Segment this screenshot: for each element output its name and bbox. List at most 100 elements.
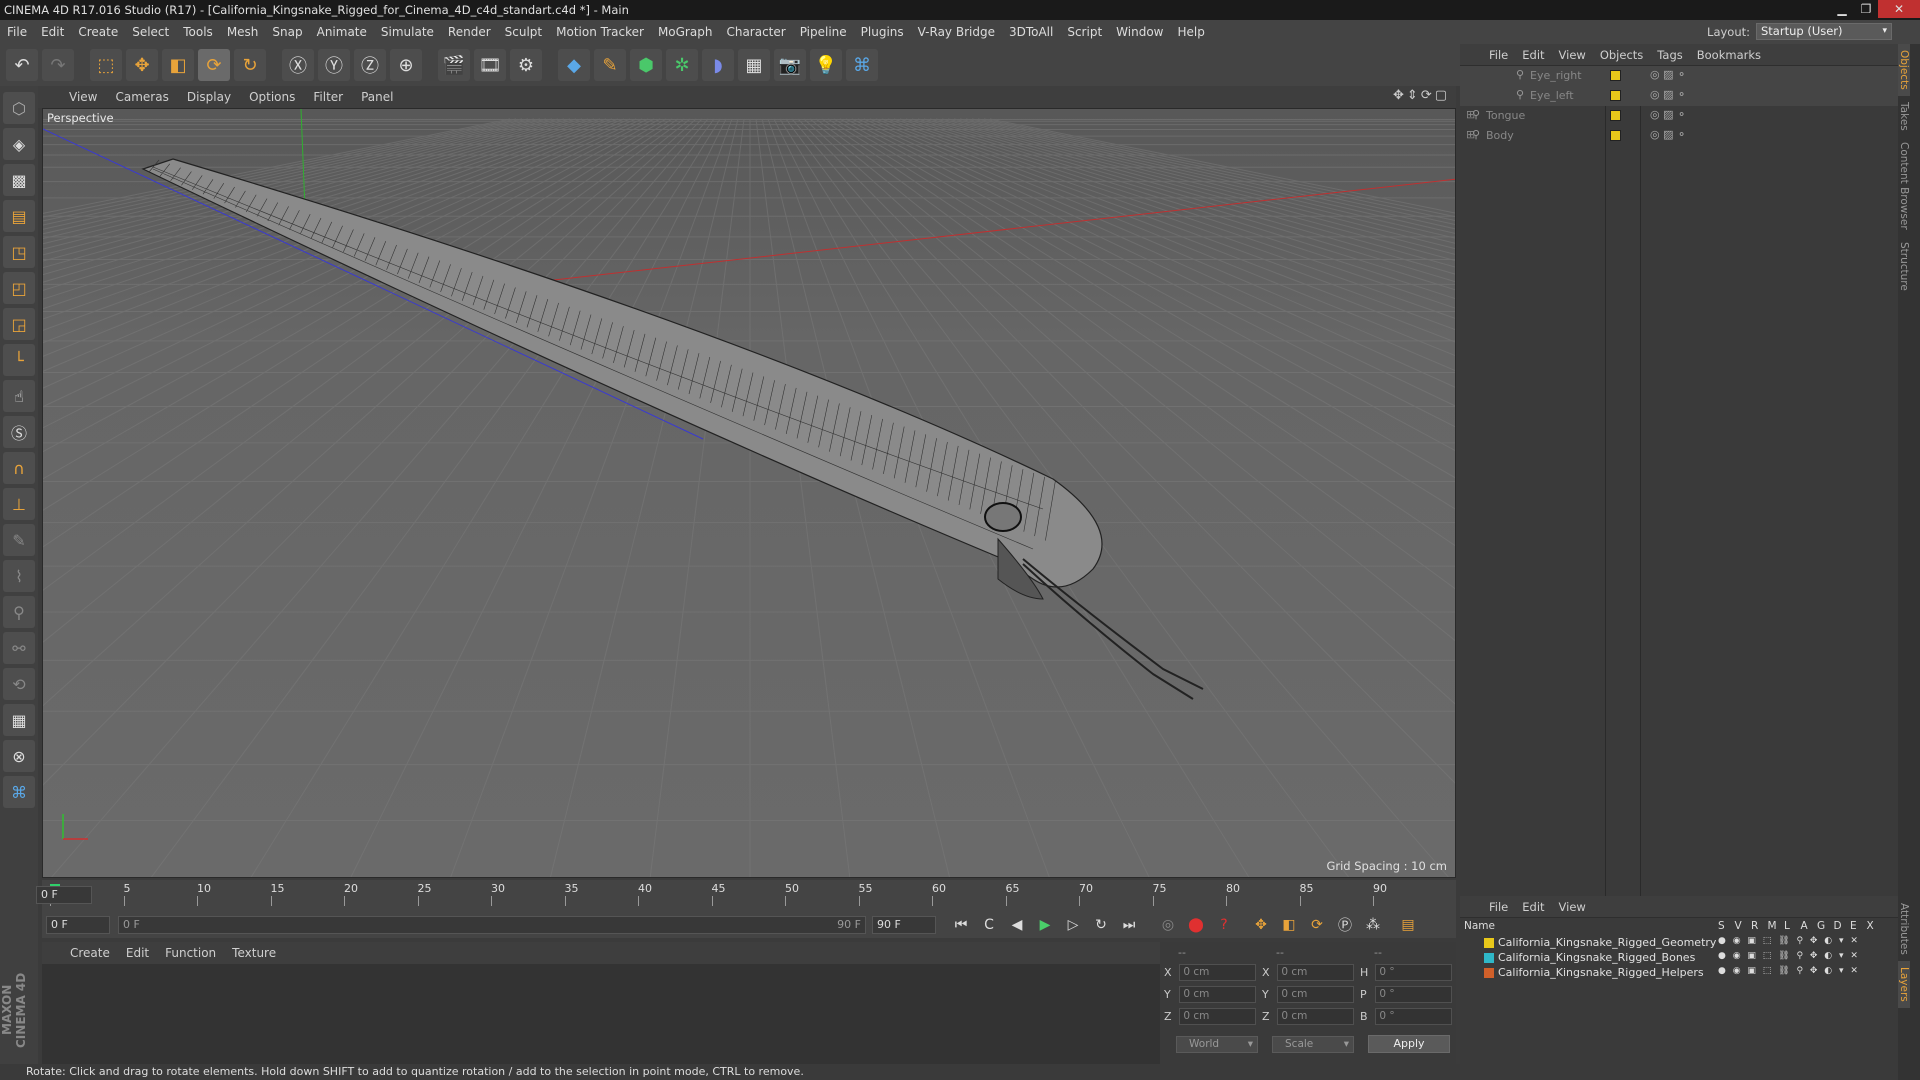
layout-dropdown[interactable]: Startup (User) [1756,23,1892,40]
coord-field[interactable]: 0 ° [1375,986,1452,1003]
expand-icon[interactable]: ⊞ [1466,128,1475,141]
side-tab-attributes[interactable]: Attributes [1898,897,1910,961]
viewport-menu-panel[interactable]: Panel [352,90,402,104]
cube-icon[interactable]: ◆ [558,49,590,81]
menu-sculpt[interactable]: Sculpt [498,25,549,39]
python-icon[interactable]: ⌘ [846,49,878,81]
side-tab-takes[interactable]: Takes [1898,96,1910,137]
viewport-menu-cameras[interactable]: Cameras [106,90,177,104]
object-manager-tree[interactable]: ⚲ Eye_right ◎ ▨ ⚬ ⚲ Eye_left ◎ ▨ ⚬ ⚲ ⊞ Tongue ◎ ▨… [1460,66,1898,906]
object-row[interactable]: ⚲ ⊞ Tongue ◎ ▨ ⚬ [1460,106,1898,126]
array-icon[interactable]: ✲ [666,49,698,81]
menu-character[interactable]: Character [719,25,792,39]
magnet-icon[interactable]: ∩ [3,452,35,484]
start-frame-field[interactable]: 0 F [46,916,110,934]
texture-mode-icon[interactable]: ▩ [3,164,35,196]
menu-render[interactable]: Render [441,25,498,39]
layers-menu-edit[interactable]: Edit [1515,900,1551,914]
key-scale-icon[interactable]: ◧ [1278,914,1300,936]
lock-workplane-icon[interactable]: ⊗ [3,740,35,772]
pose-icon[interactable]: ⚯ [3,632,35,664]
current-frame-field[interactable]: 0 F [36,886,92,904]
axis-mode-icon[interactable]: └ [3,344,35,376]
coord-field[interactable]: 0 cm [1277,986,1354,1003]
menu-select[interactable]: Select [125,25,176,39]
material-menu-texture[interactable]: Texture [224,946,284,960]
menu-simulate[interactable]: Simulate [374,25,441,39]
coord-field[interactable]: 0 ° [1375,964,1452,981]
move-icon[interactable]: ✥ [126,49,158,81]
go-to-end-icon[interactable]: ⏭ [1118,914,1140,936]
material-menu-function[interactable]: Function [157,946,224,960]
render-settings-icon[interactable]: ⚙ [510,49,542,81]
viewport-menu-display[interactable]: Display [178,90,240,104]
minimize-icon[interactable]: ▁ [1830,0,1854,18]
model-mode-icon[interactable]: ◈ [3,128,35,160]
go-to-start-icon[interactable]: ⏮ [950,914,972,936]
range-slider[interactable]: 0 F 90 F [118,916,866,934]
object-tags[interactable]: ◎ ▨ ⚬ [1650,68,1686,81]
coord-field[interactable]: 0 cm [1277,1008,1354,1025]
menu-animate[interactable]: Animate [310,25,374,39]
layer-row[interactable]: California_Kingsnake_Rigged_Bones ● ◉ ▣ ⬚… [1460,951,1898,966]
python-script-icon[interactable]: ⌘ [3,776,35,808]
key-pla-icon[interactable]: ⁂ [1362,914,1384,936]
menu-file[interactable]: File [0,25,34,39]
side-tab-content-browser[interactable]: Content Browser [1898,136,1910,236]
autokey-icon[interactable]: ? [1213,914,1235,936]
previous-frame-icon[interactable]: ◀ [1006,914,1028,936]
menu-window[interactable]: Window [1109,25,1170,39]
tweak-mode-icon[interactable]: ☝ [3,380,35,412]
points-mode-icon[interactable]: ◳ [3,236,35,268]
floor-icon[interactable]: ▦ [738,49,770,81]
scale-icon[interactable]: ◧ [162,49,194,81]
object-tags[interactable]: ◎ ▨ ⚬ [1650,88,1686,101]
close-icon[interactable]: ✕ [1878,0,1920,18]
x-axis-icon[interactable]: Ⓧ [282,49,314,81]
object-tags[interactable]: ◎ ▨ ⚬ [1650,108,1686,121]
key-rotation-icon[interactable]: ⟳ [1306,914,1328,936]
menu-plugins[interactable]: Plugins [854,25,911,39]
layers-menu-file[interactable]: File [1482,900,1515,914]
layer-toggle-icons[interactable]: ● ◉ ▣ ⬚ ⛓ ⚲ ✥ ◐ ▾ ✕ [1718,936,1860,946]
menu-snap[interactable]: Snap [265,25,309,39]
record-off-icon[interactable]: ◎ [1157,914,1179,936]
grid-icon[interactable]: ▦ [3,704,35,736]
y-axis-icon[interactable]: Ⓨ [318,49,350,81]
next-key-icon[interactable]: ↻ [1090,914,1112,936]
weight-tool-icon[interactable]: ✎ [3,524,35,556]
objects-menu-edit[interactable]: Edit [1515,48,1551,62]
previous-key-icon[interactable]: C [978,914,1000,936]
viewport-navigation-icons[interactable]: ✥⇕⟳▢ [1393,88,1450,103]
menu-v-ray-bridge[interactable]: V-Ray Bridge [911,25,1002,39]
viewport-menu-options[interactable]: Options [240,90,304,104]
layer-color-swatch[interactable] [1484,938,1494,948]
material-manager-area[interactable] [42,964,1160,1066]
coord-field[interactable]: 0 ° [1375,1008,1452,1025]
side-tab-layers[interactable]: Layers [1898,960,1910,1008]
expand-icon[interactable]: ⊞ [1466,108,1475,121]
object-row[interactable]: ⚲ Eye_left ◎ ▨ ⚬ [1460,86,1898,106]
layers-menu-view[interactable]: View [1552,900,1593,914]
joint-tool-icon[interactable]: ⊥ [3,488,35,520]
subdivision-icon[interactable]: ⬢ [630,49,662,81]
record-keys-icon[interactable]: ⬤ [1185,914,1207,936]
make-editable-icon[interactable]: ⬡ [3,92,35,124]
side-tab-structure[interactable]: Structure [1898,236,1910,297]
coord-field[interactable]: 0 cm [1179,964,1256,981]
layer-toggle-icons[interactable]: ● ◉ ▣ ⬚ ⛓ ⚲ ✥ ◐ ▾ ✕ [1718,951,1860,961]
polygons-mode-icon[interactable]: ◲ [3,308,35,340]
mirror-icon[interactable]: ⟲ [3,668,35,700]
menu-mograph[interactable]: MoGraph [651,25,720,39]
snapping-icon[interactable]: Ⓢ [3,416,35,448]
render-picture-viewer-icon[interactable]: 🎞 [474,49,506,81]
key-parameter-icon[interactable]: Ⓟ [1334,914,1356,936]
menu-edit[interactable]: Edit [34,25,71,39]
maximize-icon[interactable]: ❐ [1854,0,1878,18]
next-frame-icon[interactable]: ▷ [1062,914,1084,936]
objects-menu-tags[interactable]: Tags [1650,48,1689,62]
coordinate-system-dropdown[interactable]: World [1176,1035,1258,1053]
bind-icon[interactable]: ⚲ [3,596,35,628]
layer-color-swatch[interactable] [1484,968,1494,978]
layer-row[interactable]: California_Kingsnake_Rigged_Geometry ● ◉ … [1460,936,1898,951]
